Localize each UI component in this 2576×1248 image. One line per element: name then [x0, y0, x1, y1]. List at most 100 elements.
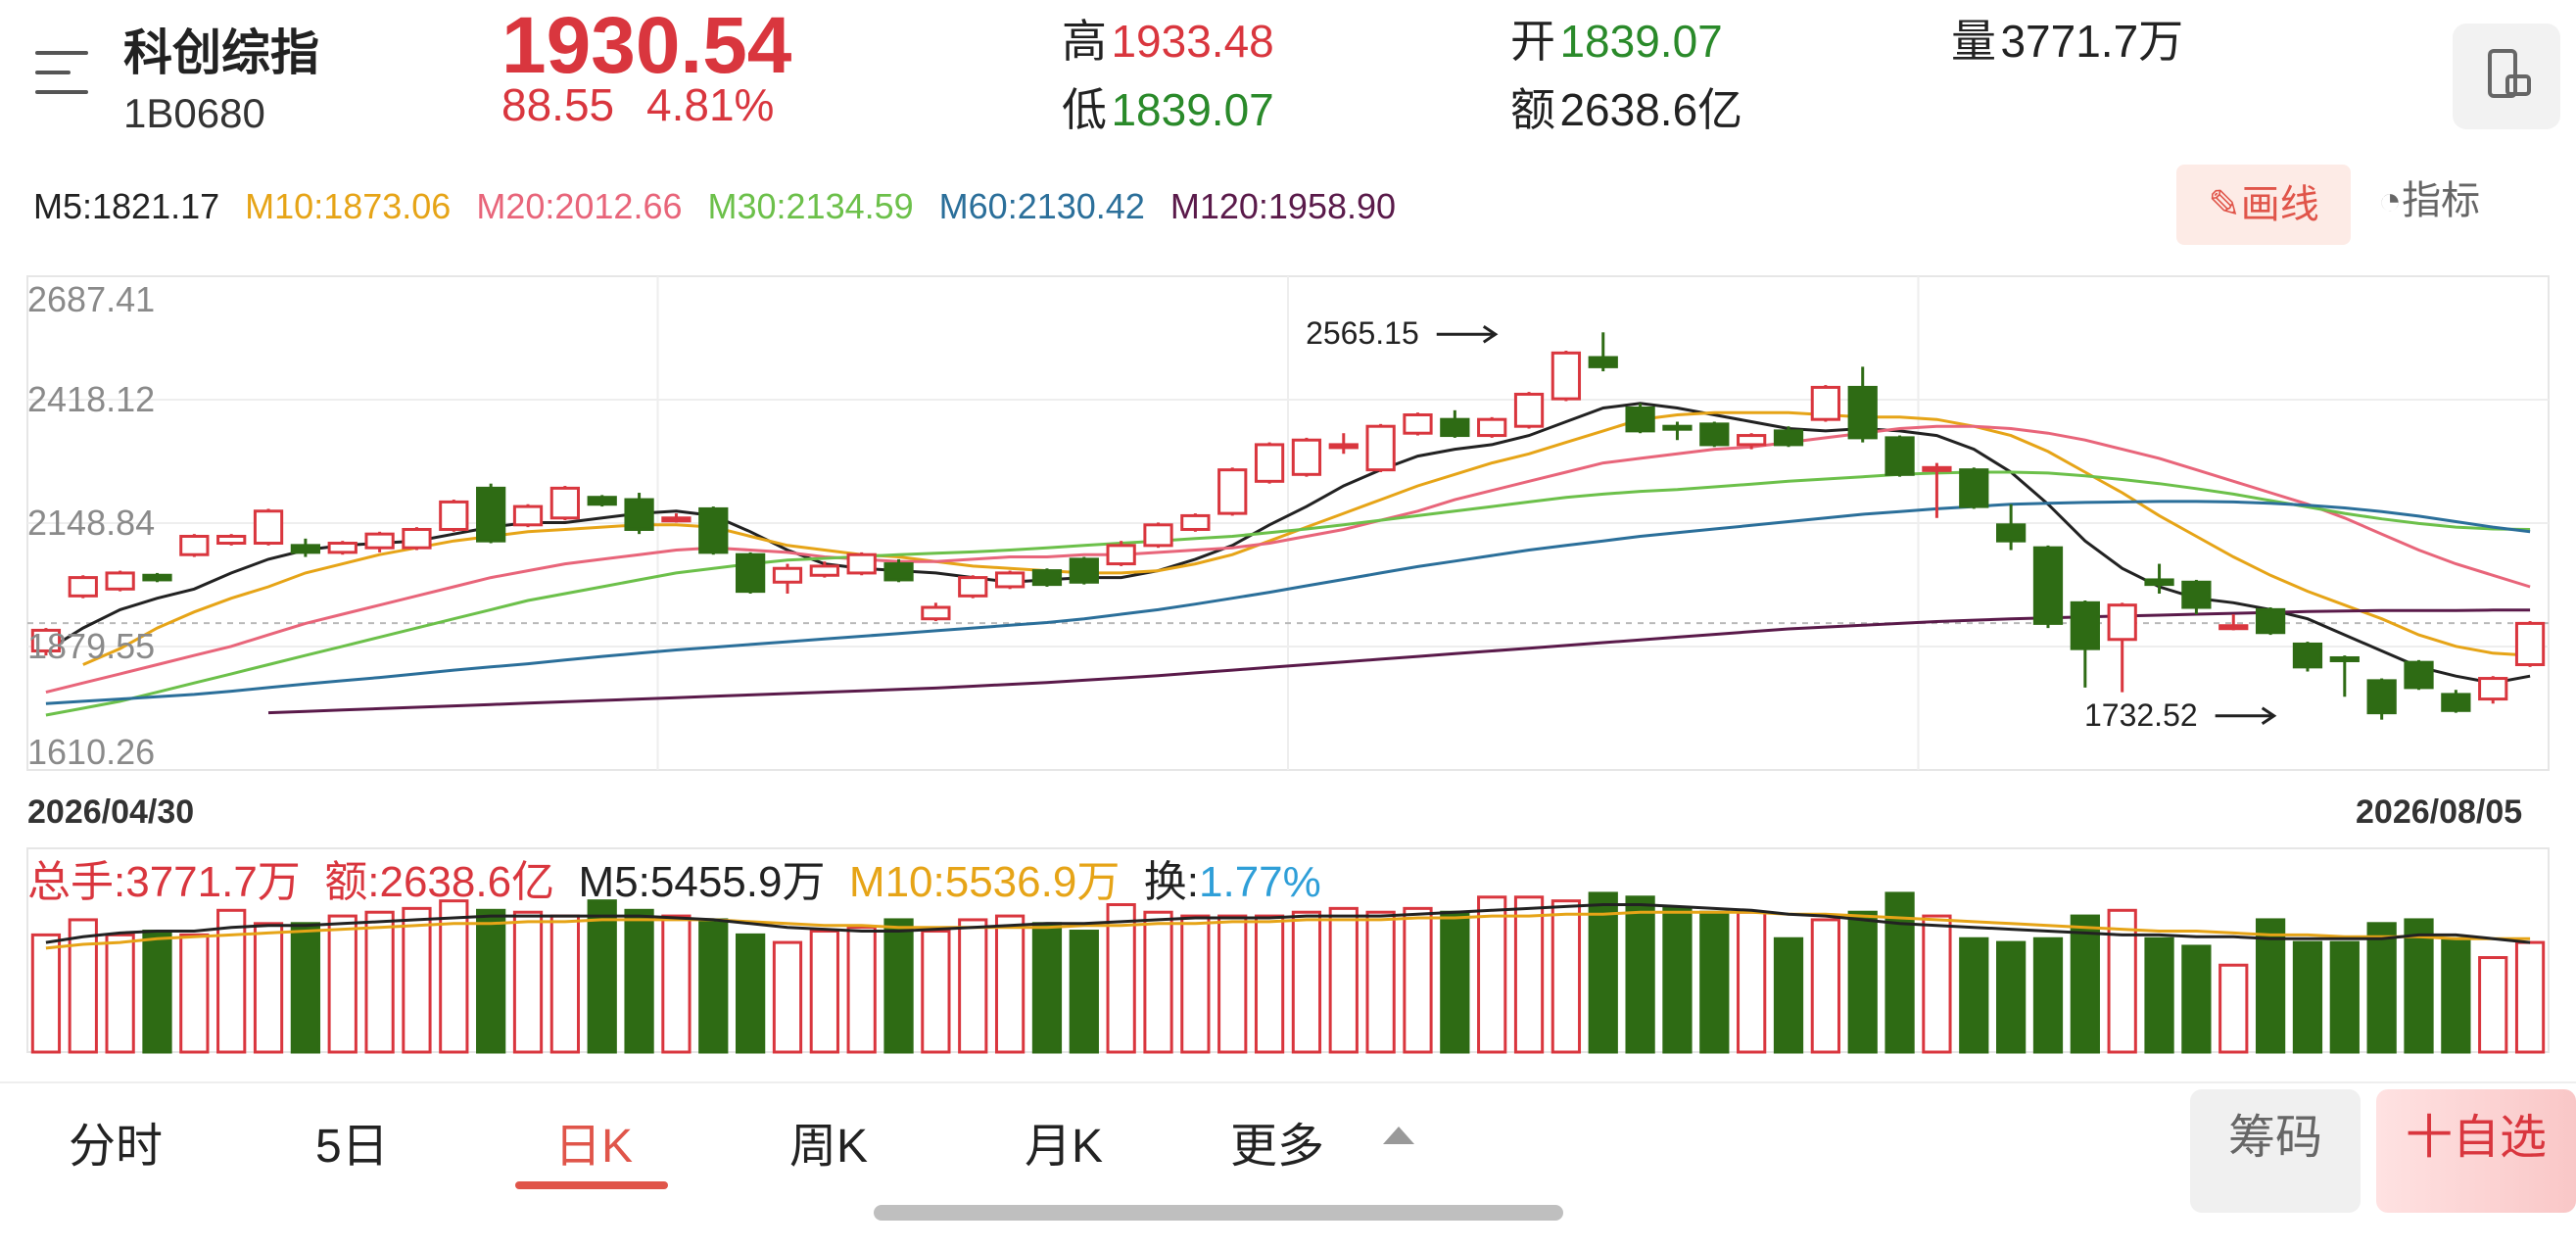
- candle: [549, 486, 580, 521]
- price-annotation: 1732.52: [2084, 697, 2198, 733]
- volume-bar: [1699, 910, 1730, 1054]
- candle: [476, 483, 506, 544]
- draw-line-button[interactable]: ✎画线: [2176, 165, 2351, 245]
- volume-bar: [772, 940, 803, 1054]
- volume-bar: [1365, 910, 1396, 1054]
- candle-body: [2329, 655, 2360, 662]
- volume-bar: [1737, 910, 1767, 1054]
- candle: [2404, 659, 2434, 691]
- volume-bar: [1180, 914, 1211, 1054]
- candle: [68, 575, 98, 599]
- low-value: 1839.07: [1111, 84, 1274, 135]
- candle-body: [179, 534, 210, 556]
- candle: [142, 572, 172, 583]
- candle: [1588, 332, 1618, 372]
- volume-value: 3771.7万: [2000, 16, 2184, 67]
- candle-body: [1588, 356, 1618, 368]
- tab-5day[interactable]: 5日: [315, 1107, 389, 1176]
- y-axis-label: 1879.55: [27, 626, 155, 666]
- candle: [1477, 416, 1507, 438]
- volume-label: 量: [1951, 16, 1996, 67]
- volume-bar: [512, 910, 544, 1054]
- volume-bar: [587, 899, 617, 1054]
- volume-bar: [1291, 910, 1322, 1054]
- candle-body: [1477, 417, 1507, 438]
- candle: [2255, 607, 2286, 636]
- menu-icon[interactable]: [35, 51, 88, 96]
- candle-body: [2292, 642, 2323, 669]
- candle-body: [1996, 523, 2027, 543]
- volume-bar: [1440, 910, 1470, 1054]
- candle-body: [1106, 544, 1136, 566]
- candle: [2329, 655, 2360, 697]
- candle-body: [1884, 436, 1915, 476]
- candle: [2292, 642, 2323, 672]
- candle: [2514, 621, 2546, 667]
- candle: [846, 552, 877, 576]
- candle-body: [1180, 513, 1211, 531]
- add-watchlist-button[interactable]: 十自选: [2376, 1089, 2576, 1213]
- open-label: 开: [1510, 16, 1555, 67]
- candlestick-chart[interactable]: 2687.41 2418.12 2148.84 1879.55 1610.26 2565.…: [0, 255, 2576, 784]
- candle-body: [549, 486, 580, 520]
- candle: [1180, 513, 1211, 532]
- ma-legend-item: M60:2130.42: [938, 186, 1145, 226]
- volume-bar: [2181, 944, 2212, 1054]
- y-axis-label: 2687.41: [27, 279, 155, 319]
- volume-chart[interactable]: [0, 842, 2576, 1058]
- gauge-icon: ◔: [2378, 179, 2403, 222]
- candle: [1440, 409, 1470, 438]
- tab-monthly-k[interactable]: 月K: [1025, 1107, 1103, 1176]
- volume-bar: [105, 933, 135, 1054]
- candle: [1403, 412, 1433, 436]
- volume-bar: [1513, 895, 1545, 1054]
- tab-more[interactable]: 更多: [1230, 1107, 1324, 1176]
- candle-body: [476, 486, 506, 543]
- volume-bar: [2144, 936, 2174, 1054]
- candle-body: [2514, 621, 2546, 667]
- volume-bar: [1662, 906, 1693, 1054]
- candle: [2441, 690, 2471, 713]
- volume-bar: [994, 914, 1026, 1054]
- ma-legend-item: M30:2134.59: [707, 186, 914, 226]
- chips-button[interactable]: 筹码: [2190, 1089, 2361, 1213]
- y-axis-label: 2418.12: [27, 379, 155, 419]
- candle: [1291, 437, 1322, 477]
- candle-body: [1031, 569, 1063, 587]
- volume-bar: [2478, 956, 2508, 1054]
- candle: [958, 575, 988, 599]
- volume-bar: [327, 914, 358, 1054]
- volume-bar: [2441, 936, 2471, 1054]
- high-quote: 高 1933.48: [1062, 6, 1274, 71]
- volume-bar: [253, 922, 284, 1054]
- chevron-up-icon[interactable]: [1383, 1127, 1414, 1144]
- candle-body: [1440, 417, 1470, 438]
- ma-legend: M5:1821.17 M10:1873.06 M20:2012.66 M30:2134…: [33, 186, 1421, 227]
- ma-legend-item: M5:1821.17: [33, 186, 220, 226]
- candle: [2478, 676, 2508, 704]
- volume-bar: [2366, 922, 2397, 1054]
- candle: [1959, 467, 1989, 509]
- price-change-percent: 4.81%: [646, 79, 775, 130]
- tab-weekly-k[interactable]: 周K: [789, 1107, 868, 1176]
- candle: [1884, 435, 1915, 477]
- amount-label: 额: [1510, 84, 1555, 135]
- candle: [253, 508, 284, 546]
- candle: [402, 527, 432, 551]
- candle-body: [587, 496, 617, 506]
- candle: [1810, 385, 1840, 422]
- candle-body: [1403, 412, 1433, 435]
- device-orientation-button[interactable]: [2453, 24, 2560, 129]
- candle-body: [1254, 443, 1285, 483]
- candle-body: [2070, 600, 2100, 650]
- indicator-button[interactable]: ◔指标: [2378, 168, 2480, 225]
- candle: [1106, 541, 1136, 566]
- candle-body: [958, 576, 988, 598]
- candle: [2366, 678, 2397, 720]
- tab-intraday[interactable]: 分时: [69, 1107, 163, 1176]
- candle: [1996, 504, 2027, 551]
- tab-daily-k[interactable]: 日K: [554, 1107, 633, 1176]
- x-axis-end-date: 2026/08/05: [2356, 793, 2523, 831]
- candle-body: [512, 504, 544, 527]
- candle: [1217, 467, 1248, 516]
